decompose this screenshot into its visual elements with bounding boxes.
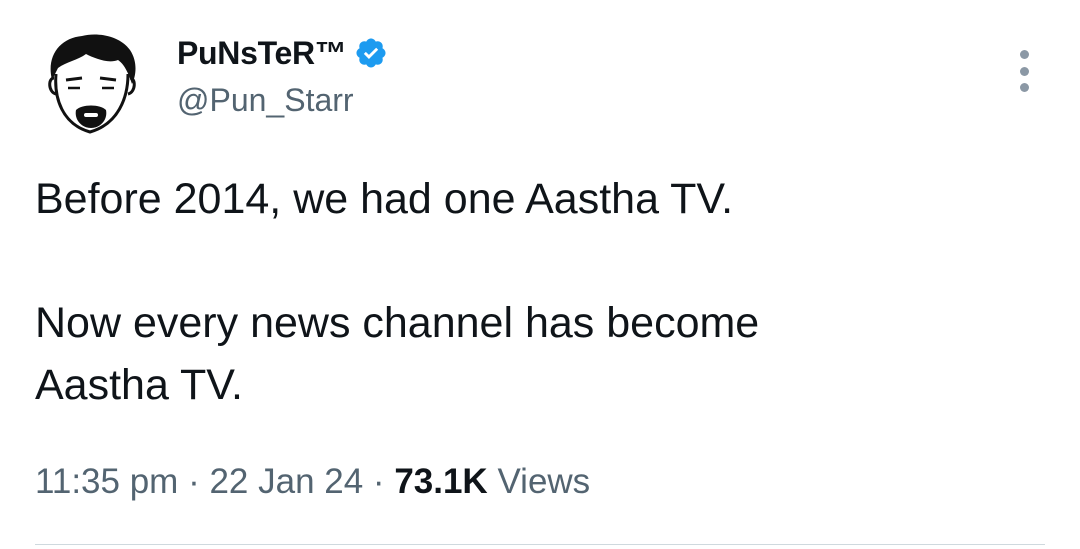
avatar[interactable]	[38, 28, 144, 138]
tweet-date[interactable]: 22 Jan 24	[209, 462, 363, 501]
more-dot-icon	[1019, 83, 1029, 92]
tweet-meta: 11:35 pm · 22 Jan 24 · 73.1K Views	[35, 462, 590, 502]
tweet-text-line: Aastha TV.	[35, 361, 243, 409]
man-with-goatee-icon	[48, 34, 136, 134]
divider	[35, 544, 1045, 545]
tweet-text-line: Before 2014, we had one Aastha TV.	[35, 175, 734, 223]
tweet-text: Before 2014, we had one Aastha TV. Now e…	[35, 168, 1035, 416]
more-dot-icon	[1019, 66, 1029, 76]
more-dot-icon	[1019, 50, 1029, 59]
meta-separator: ·	[363, 462, 395, 501]
tweet-text-line: Now every news channel has become	[35, 299, 760, 347]
author-name-row[interactable]: PuNsTeR™	[177, 33, 388, 73]
views-count: 73.1K	[394, 462, 488, 501]
verified-badge-icon	[356, 38, 387, 68]
author-handle[interactable]: @Pun_Starr	[177, 82, 354, 119]
display-name[interactable]: PuNsTeR™	[177, 35, 347, 72]
more-options-button[interactable]	[1010, 48, 1038, 94]
tweet-time[interactable]: 11:35 pm	[35, 462, 178, 501]
tweet-card: PuNsTeR™ @Pun_Starr Before 2014, we had …	[0, 0, 1080, 549]
meta-separator: ·	[178, 462, 210, 501]
views-label: Views	[497, 462, 591, 501]
